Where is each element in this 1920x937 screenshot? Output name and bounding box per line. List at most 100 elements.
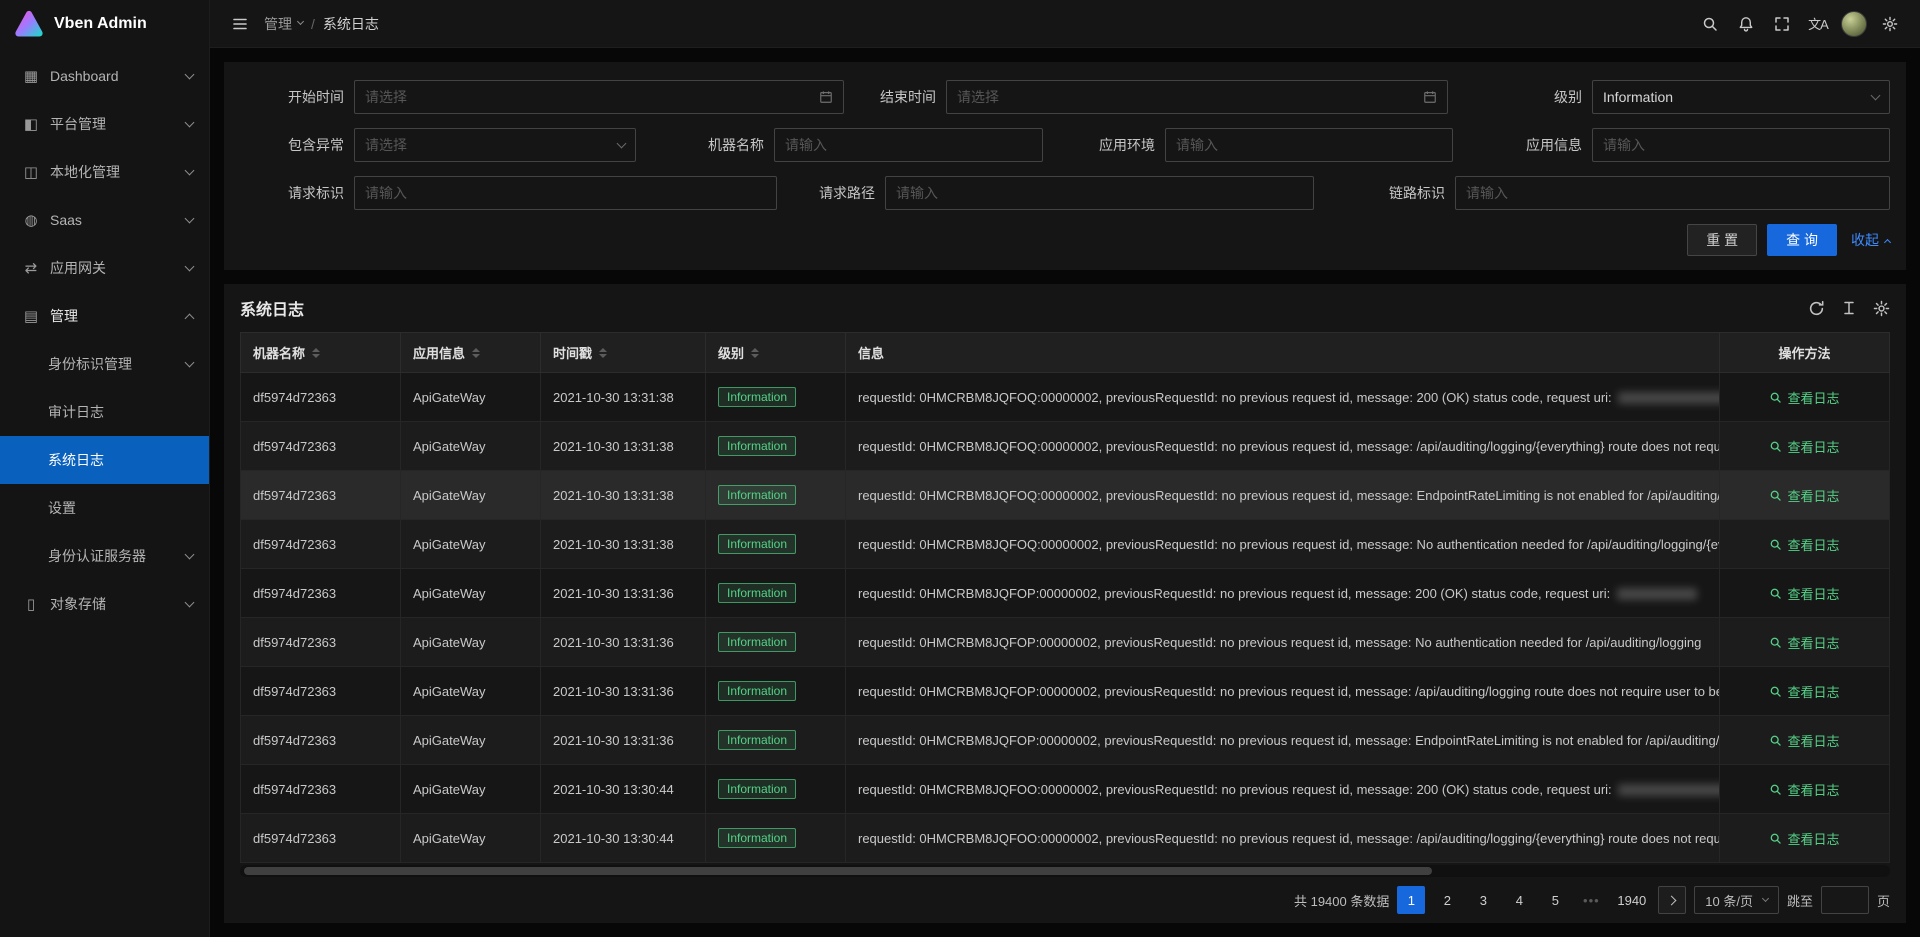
- view-log-link[interactable]: 查看日志: [1769, 584, 1839, 603]
- level-select[interactable]: Information: [1592, 80, 1890, 114]
- pagination-ellipsis[interactable]: •••: [1577, 886, 1605, 914]
- cell-actions: 查看日志: [1720, 373, 1890, 422]
- request-id-input[interactable]: [365, 185, 766, 201]
- sidebar-item-identity-server[interactable]: 身份认证服务器: [0, 532, 209, 580]
- col-header-label: 操作方法: [1778, 343, 1830, 362]
- menu-fold-icon[interactable]: [222, 0, 258, 48]
- has-exception-select[interactable]: 请选择: [354, 128, 636, 162]
- sidebar-item-admin[interactable]: ▤ 管理: [0, 292, 209, 340]
- sidebar-item-identity-management[interactable]: 身份标识管理: [0, 340, 209, 388]
- table-row[interactable]: df5974d72363 ApiGateWay 2021-10-30 13:30…: [241, 814, 1890, 863]
- user-avatar[interactable]: [1836, 0, 1872, 48]
- calendar-icon: [819, 90, 833, 104]
- cell-actions: 查看日志: [1720, 716, 1890, 765]
- sort-icon[interactable]: [599, 348, 607, 358]
- table-row[interactable]: df5974d72363 ApiGateWay 2021-10-30 13:31…: [241, 667, 1890, 716]
- fullscreen-icon[interactable]: [1764, 0, 1800, 48]
- sidebar-item-platform-admin[interactable]: ◧ 平台管理: [0, 100, 209, 148]
- start-time-datepicker[interactable]: [354, 80, 844, 114]
- trace-id-box[interactable]: [1455, 176, 1890, 210]
- view-log-label: 查看日志: [1787, 633, 1839, 652]
- sidebar-item-label: 本地化管理: [50, 162, 186, 182]
- col-header-machine[interactable]: 机器名称: [241, 333, 401, 373]
- sidebar-item-localization[interactable]: ◫ 本地化管理: [0, 148, 209, 196]
- row-height-icon[interactable]: [1841, 300, 1857, 316]
- collapse-form-link[interactable]: 收起: [1851, 230, 1890, 250]
- request-id-box[interactable]: [354, 176, 777, 210]
- sort-icon[interactable]: [751, 348, 759, 358]
- table-row[interactable]: df5974d72363 ApiGateWay 2021-10-30 13:31…: [241, 520, 1890, 569]
- reset-button[interactable]: 重 置: [1687, 224, 1757, 256]
- next-page-button[interactable]: [1658, 886, 1686, 914]
- request-path-input[interactable]: [896, 185, 1303, 201]
- page-size-select[interactable]: 10 条/页: [1694, 886, 1779, 914]
- view-log-link[interactable]: 查看日志: [1769, 633, 1839, 652]
- end-time-datepicker[interactable]: [946, 80, 1448, 114]
- sidebar-item-settings[interactable]: 设置: [0, 484, 209, 532]
- view-log-link[interactable]: 查看日志: [1769, 388, 1839, 407]
- sort-icon[interactable]: [312, 348, 320, 358]
- cell-level: Information: [706, 765, 846, 814]
- table-row[interactable]: df5974d72363 ApiGateWay 2021-10-30 13:31…: [241, 569, 1890, 618]
- application-input[interactable]: [1603, 137, 1879, 153]
- chevron-down-icon: [185, 69, 195, 79]
- table-row[interactable]: df5974d72363 ApiGateWay 2021-10-30 13:31…: [241, 471, 1890, 520]
- sidebar-item-object-storage[interactable]: ▯ 对象存储: [0, 580, 209, 628]
- sidebar-item-saas[interactable]: ◍ Saas: [0, 196, 209, 244]
- col-header-application[interactable]: 应用信息: [401, 333, 541, 373]
- page-number-3[interactable]: 3: [1469, 886, 1497, 914]
- sidebar-item-gateway[interactable]: ⇄ 应用网关: [0, 244, 209, 292]
- table-row[interactable]: df5974d72363 ApiGateWay 2021-10-30 13:31…: [241, 716, 1890, 765]
- col-header-label: 机器名称: [253, 343, 305, 362]
- scrollbar-thumb[interactable]: [244, 867, 1432, 875]
- table-row[interactable]: df5974d72363 ApiGateWay 2021-10-30 13:31…: [241, 373, 1890, 422]
- request-path-box[interactable]: [885, 176, 1314, 210]
- column-settings-gear-icon[interactable]: [1873, 300, 1890, 317]
- environment-input[interactable]: [1176, 137, 1442, 153]
- view-log-link[interactable]: 查看日志: [1769, 829, 1839, 848]
- view-log-link[interactable]: 查看日志: [1769, 486, 1839, 505]
- horizontal-scrollbar[interactable]: [240, 865, 1890, 877]
- col-header-level[interactable]: 级别: [706, 333, 846, 373]
- machine-name-input[interactable]: [785, 137, 1032, 153]
- table-row[interactable]: df5974d72363 ApiGateWay 2021-10-30 13:30…: [241, 765, 1890, 814]
- application-box[interactable]: [1592, 128, 1890, 162]
- end-time-input[interactable]: [957, 89, 1415, 105]
- machine-name-box[interactable]: [774, 128, 1043, 162]
- page-number-2[interactable]: 2: [1433, 886, 1461, 914]
- view-log-link[interactable]: 查看日志: [1769, 731, 1839, 750]
- breadcrumb-menu[interactable]: 管理: [264, 14, 303, 34]
- col-header-timestamp[interactable]: 时间戳: [541, 333, 706, 373]
- view-log-link[interactable]: 查看日志: [1769, 780, 1839, 799]
- sidebar-item-dashboard[interactable]: ▦ Dashboard: [0, 52, 209, 100]
- page-number-last[interactable]: 1940: [1613, 886, 1650, 914]
- sidebar-item-system-logs[interactable]: 系统日志: [0, 436, 209, 484]
- sidebar-item-audit-logs[interactable]: 审计日志: [0, 388, 209, 436]
- settings-gear-icon[interactable]: [1872, 0, 1908, 48]
- view-log-link[interactable]: 查看日志: [1769, 535, 1839, 554]
- trace-id-input[interactable]: [1466, 185, 1879, 201]
- page-number-5[interactable]: 5: [1541, 886, 1569, 914]
- jump-to-input[interactable]: [1821, 886, 1869, 914]
- application-label: 应用信息: [1526, 135, 1582, 155]
- notification-bell-icon[interactable]: [1728, 0, 1764, 48]
- table-row[interactable]: df5974d72363 ApiGateWay 2021-10-30 13:31…: [241, 618, 1890, 667]
- language-translate-icon[interactable]: 文A: [1800, 0, 1836, 48]
- cell-message: requestId: 0HMCRBM8JQFOO:00000002, previ…: [846, 814, 1720, 863]
- cell-machine: df5974d72363: [241, 422, 401, 471]
- sidebar-menu: ▦ Dashboard ◧ 平台管理 ◫ 本地化管理 ◍ Saas ⇄: [0, 48, 209, 628]
- page-number-4[interactable]: 4: [1505, 886, 1533, 914]
- page-number-1[interactable]: 1: [1397, 886, 1425, 914]
- sort-icon[interactable]: [472, 348, 480, 358]
- view-log-link[interactable]: 查看日志: [1769, 437, 1839, 456]
- table-row[interactable]: df5974d72363 ApiGateWay 2021-10-30 13:31…: [241, 422, 1890, 471]
- environment-box[interactable]: [1165, 128, 1453, 162]
- start-time-input[interactable]: [365, 89, 811, 105]
- search-icon[interactable]: [1692, 0, 1728, 48]
- search-button[interactable]: 查 询: [1767, 224, 1837, 256]
- logo[interactable]: Vben Admin: [0, 0, 209, 48]
- view-log-label: 查看日志: [1787, 829, 1839, 848]
- sidebar-item-label: Saas: [50, 212, 186, 228]
- view-log-link[interactable]: 查看日志: [1769, 682, 1839, 701]
- refresh-icon[interactable]: [1808, 300, 1825, 317]
